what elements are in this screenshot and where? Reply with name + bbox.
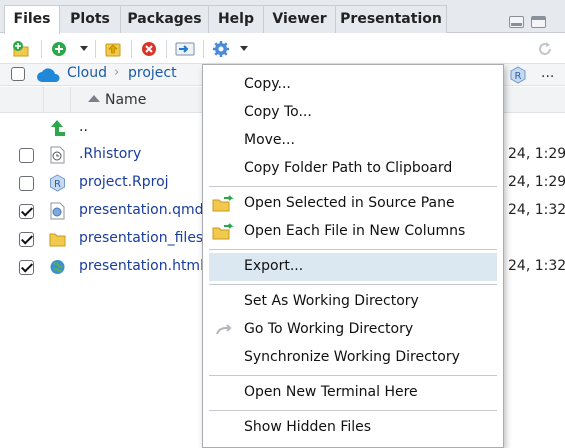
toolbar-separator [203,40,204,58]
menu-item-copy-to[interactable]: Copy To... [209,99,497,127]
menu-item-label: Open Each File in New Columns [244,223,466,239]
file-name[interactable]: .Rhistory [79,146,141,162]
file-name[interactable]: .. [79,119,88,135]
goto-arrow-icon [216,324,232,335]
menu-separator [209,249,497,250]
breadcrumb-separator: › [114,65,120,80]
file-name[interactable]: presentation.qmd [79,202,203,218]
more-dropdown-icon[interactable] [240,46,248,51]
gear-icon[interactable] [212,40,230,58]
rproj-icon[interactable]: R [509,66,527,84]
upload-icon[interactable] [104,40,122,58]
file-name[interactable]: presentation.html [79,258,204,274]
new-folder-icon[interactable] [12,40,30,58]
row-checkbox[interactable] [19,232,34,247]
toolbar-separator [95,40,96,58]
menu-item-go-to-working-directory[interactable]: Go To Working Directory [209,316,497,344]
row-checkbox[interactable] [19,260,34,275]
tab-help[interactable]: Help [209,5,264,33]
menu-item-label: Synchronize Working Directory [244,349,460,365]
menu-item-set-working-directory[interactable]: Set As Working Directory [209,288,497,316]
menu-separator [209,375,497,376]
menu-item-label: Copy Folder Path to Clipboard [244,160,453,176]
menu-item-label: Open New Terminal Here [244,384,418,400]
breadcrumb-current[interactable]: project [128,65,177,81]
menu-item-label: Move... [244,132,295,148]
file-modified: 24, 1:29 [508,146,565,162]
menu-item-label: Export... [244,258,304,274]
select-all-checkbox[interactable] [11,67,25,81]
tab-viewer[interactable]: Viewer [264,5,336,33]
menu-item-open-selected-source[interactable]: Open Selected in Source Pane [209,190,497,218]
maximize-pane-icon[interactable] [531,16,546,28]
tab-presentation[interactable]: Presentation [336,5,447,33]
menu-item-open-new-terminal[interactable]: Open New Terminal Here [209,379,497,407]
menu-item-label: Copy To... [244,104,312,120]
menu-item-open-each-new-columns[interactable]: Open Each File in New Columns [209,218,497,246]
row-checkbox[interactable] [19,148,34,163]
svg-text:R: R [515,71,522,82]
files-toolbar [0,34,565,64]
menu-item-show-hidden-files[interactable]: Show Hidden Files [209,414,497,442]
menu-separator [209,284,497,285]
menu-item-move[interactable]: Move... [209,127,497,155]
tab-plots[interactable]: Plots [60,5,121,33]
sort-ascending-icon [88,95,100,102]
menu-item-label: Show Hidden Files [244,419,372,435]
tab-packages[interactable]: Packages [121,5,209,33]
history-file-icon [50,146,65,164]
more-actions-menu: Copy... Copy To... Move... Copy Folder P… [202,64,504,448]
rproj-icon: R [50,174,65,192]
file-name[interactable]: presentation_files [79,230,203,246]
menu-separator [209,410,497,411]
tab-files[interactable]: Files [4,5,60,34]
menu-item-copy[interactable]: Copy... [209,71,497,99]
row-checkbox[interactable] [19,176,34,191]
toolbar-separator [166,40,167,58]
open-folder-icon [212,223,234,240]
pane-tab-bar: Files Plots Packages Help Viewer Present… [0,0,565,34]
new-file-dropdown-icon[interactable] [80,46,88,51]
menu-item-export[interactable]: Export... [209,253,497,281]
new-file-icon[interactable] [50,40,68,58]
menu-item-synchronize-working-directory[interactable]: Synchronize Working Directory [209,344,497,372]
file-name[interactable]: project.Rproj [79,174,169,190]
menu-item-copy-folder-path[interactable]: Copy Folder Path to Clipboard [209,155,497,183]
rename-icon[interactable] [175,40,195,58]
folder-icon [49,233,66,247]
breadcrumb-overflow[interactable]: ... [541,65,554,81]
svg-text:R: R [54,179,61,190]
file-modified: 24, 1:29 [508,174,565,190]
refresh-icon[interactable] [536,40,554,58]
delete-icon[interactable] [140,40,158,58]
menu-item-label: Open Selected in Source Pane [244,195,455,211]
up-arrow-icon [51,120,65,136]
toolbar-separator [41,40,42,58]
file-modified: 24, 1:32 [508,258,565,274]
breadcrumb-root[interactable]: Cloud [67,65,107,81]
toolbar-separator [131,40,132,58]
qmd-file-icon [50,202,65,220]
minimize-pane-icon[interactable] [509,16,524,28]
open-folder-icon [212,195,234,212]
html-file-icon [50,260,65,274]
menu-item-label: Copy... [244,76,291,92]
cloud-icon [37,68,60,82]
menu-item-label: Go To Working Directory [244,321,414,337]
row-checkbox[interactable] [19,204,34,219]
file-modified: 24, 1:32 [508,202,565,218]
menu-item-label: Set As Working Directory [244,293,419,309]
column-divider [43,87,44,113]
menu-separator [209,186,497,187]
column-divider [70,87,71,113]
name-column-header[interactable]: Name [105,92,146,108]
